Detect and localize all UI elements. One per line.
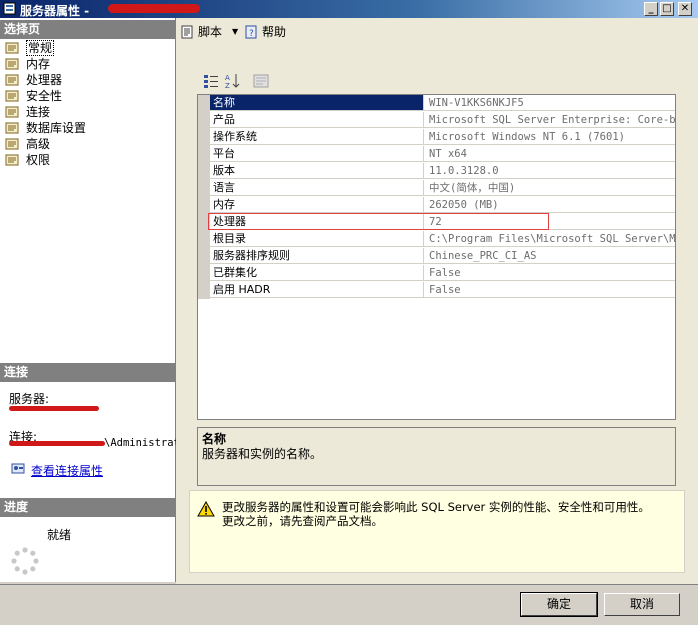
dialog-footer: 确定 取消 [0, 584, 698, 625]
page-item-memory[interactable]: 内存 [0, 56, 175, 72]
grid-row[interactable]: 版本 11.0.3128.0 [198, 163, 675, 180]
sort-alphabetical-icon[interactable]: A Z [224, 72, 242, 90]
progress-spinner-icon [11, 547, 39, 575]
close-button[interactable]: ✕ [678, 2, 692, 16]
warning-icon [197, 501, 215, 517]
redacted-connection [9, 441, 105, 446]
help-icon: ? [245, 25, 257, 39]
connection-header: 连接 [0, 363, 175, 382]
page-item-advanced[interactable]: 高级 [0, 136, 175, 152]
grid-row[interactable]: 启用 HADR False [198, 282, 675, 299]
grid-row[interactable]: 已群集化 False [198, 265, 675, 282]
page-icon [5, 42, 19, 54]
page-item-database-settings[interactable]: 数据库设置 [0, 120, 175, 136]
page-icon [5, 74, 19, 86]
page-item-general[interactable]: 常规 [0, 40, 175, 56]
warning-text: 更改服务器的属性和设置可能会影响此 SQL Server 实例的性能、安全性和可… [222, 500, 677, 528]
connection-user: \Administrat [104, 437, 180, 449]
page-icon [5, 122, 19, 134]
server-label: 服务器: [9, 392, 50, 406]
minimize-button[interactable]: _ [644, 2, 658, 16]
connection-properties-icon [11, 463, 25, 474]
script-button[interactable]: 脚本 ▼ [180, 23, 240, 41]
maximize-button[interactable]: □ [660, 2, 674, 16]
page-icon [5, 106, 19, 118]
page-item-permissions[interactable]: 权限 [0, 152, 175, 168]
page-item-connections[interactable]: 连接 [0, 104, 175, 120]
redacted-server-name [108, 4, 200, 13]
ok-button[interactable]: 确定 [520, 592, 598, 617]
help-button[interactable]: ? 帮助 [244, 23, 294, 41]
grid-row[interactable]: 产品 Microsoft SQL Server Enterprise: Core… [198, 112, 675, 129]
processor-row-highlight [208, 213, 549, 230]
toolbar: 脚本 ▼ ? 帮助 [176, 18, 698, 47]
progress-status: 就绪 [47, 528, 72, 542]
svg-text:A: A [225, 74, 230, 82]
redacted-server [9, 406, 99, 411]
warning-line-1: 更改服务器的属性和设置可能会影响此 SQL Server 实例的性能、安全性和可… [222, 500, 650, 514]
page-item-processor[interactable]: 处理器 [0, 72, 175, 88]
page-icon [5, 154, 19, 166]
page-list: 常规 内存 处理器 安全性 连接 数据库设置 高级 权限 [0, 40, 175, 168]
cancel-button[interactable]: 取消 [604, 593, 680, 616]
svg-text:?: ? [249, 29, 254, 39]
grid-row[interactable]: 根目录 C:\Program Files\Microsoft SQL Serve… [198, 231, 675, 248]
view-connection-properties-link[interactable]: 查看连接属性 [31, 462, 103, 479]
page-icon [5, 58, 19, 70]
property-pages-icon[interactable] [252, 72, 270, 90]
grid-row[interactable]: 名称 WIN-V1KKS6NKJF5 [198, 95, 675, 112]
title-bar: 服务器属性 - _ □ ✕ [0, 0, 698, 18]
property-grid: 名称 WIN-V1KKS6NKJF5 产品 Microsoft SQL Serv… [197, 94, 676, 420]
chevron-down-icon: ▼ [232, 27, 239, 36]
categorized-icon[interactable] [202, 72, 220, 90]
grid-row[interactable]: 平台 NT x64 [198, 146, 675, 163]
svg-text:Z: Z [225, 82, 230, 90]
warning-line-2: 更改之前，请先查阅产品文档。 [222, 514, 383, 528]
grid-row[interactable]: 服务器排序规则 Chinese_PRC_CI_AS [198, 248, 675, 265]
grid-row[interactable]: 内存 262050 (MB) [198, 197, 675, 214]
server-properties-icon [3, 2, 16, 15]
grid-row[interactable]: 语言 中文(简体，中国) [198, 180, 675, 197]
page-icon [5, 90, 19, 102]
page-item-security[interactable]: 安全性 [0, 88, 175, 104]
select-page-header: 选择页 [0, 20, 175, 39]
window-title: 服务器属性 - [20, 4, 90, 18]
grid-row[interactable]: 操作系统 Microsoft Windows NT 6.1 (7601) [198, 129, 675, 146]
warning-panel: 更改服务器的属性和设置可能会影响此 SQL Server 实例的性能、安全性和可… [189, 490, 685, 573]
progress-header: 进度 [0, 498, 175, 517]
description-text: 服务器和实例的名称。 [202, 447, 323, 461]
left-panel: 选择页 常规 内存 处理器 安全性 连接 数据库设置 高级 权限 连接 服务器:… [0, 18, 180, 582]
description-panel: 名称 服务器和实例的名称。 [197, 427, 676, 486]
page-icon [5, 138, 19, 150]
script-icon [181, 25, 193, 39]
